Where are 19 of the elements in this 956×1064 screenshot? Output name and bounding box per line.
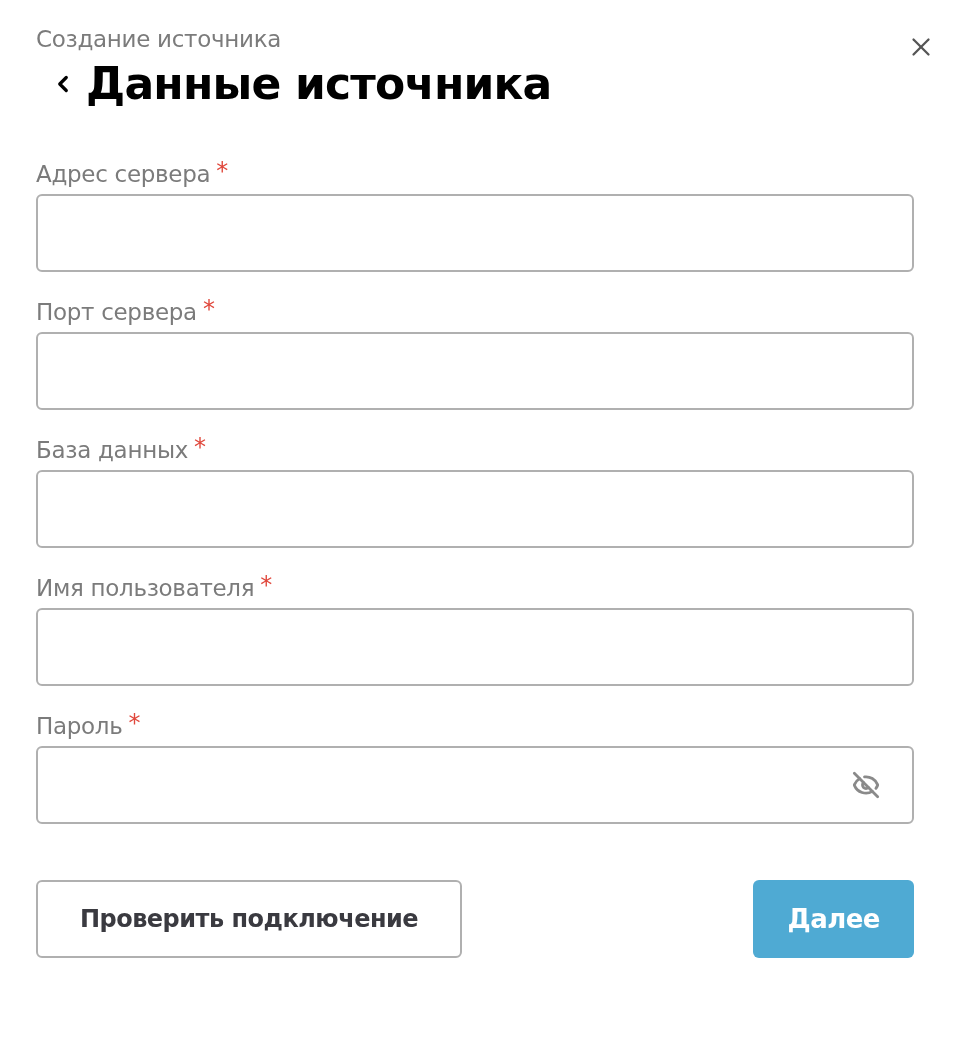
required-mark: * (260, 572, 273, 598)
field-label: База данных (36, 436, 189, 465)
required-mark: * (202, 296, 215, 322)
required-mark: * (194, 434, 207, 460)
input-field[interactable] (36, 470, 914, 548)
input-field[interactable] (36, 746, 914, 824)
page-title: Данные источника (86, 57, 552, 111)
required-mark: * (128, 710, 141, 736)
test-connection-button[interactable]: Проверить подключение (36, 880, 462, 958)
field-label: Имя пользователя (36, 574, 255, 603)
required-mark: * (216, 158, 229, 184)
field-label: Адрес сервера (36, 160, 211, 189)
input-field[interactable] (36, 332, 914, 410)
input-field[interactable] (36, 194, 914, 272)
breadcrumb-subtitle: Создание источника (36, 25, 283, 54)
field-label: Пароль (36, 712, 123, 741)
field-label: Порт сервера (36, 298, 197, 327)
input-field[interactable] (36, 608, 914, 686)
eye-off-icon[interactable] (852, 771, 880, 799)
